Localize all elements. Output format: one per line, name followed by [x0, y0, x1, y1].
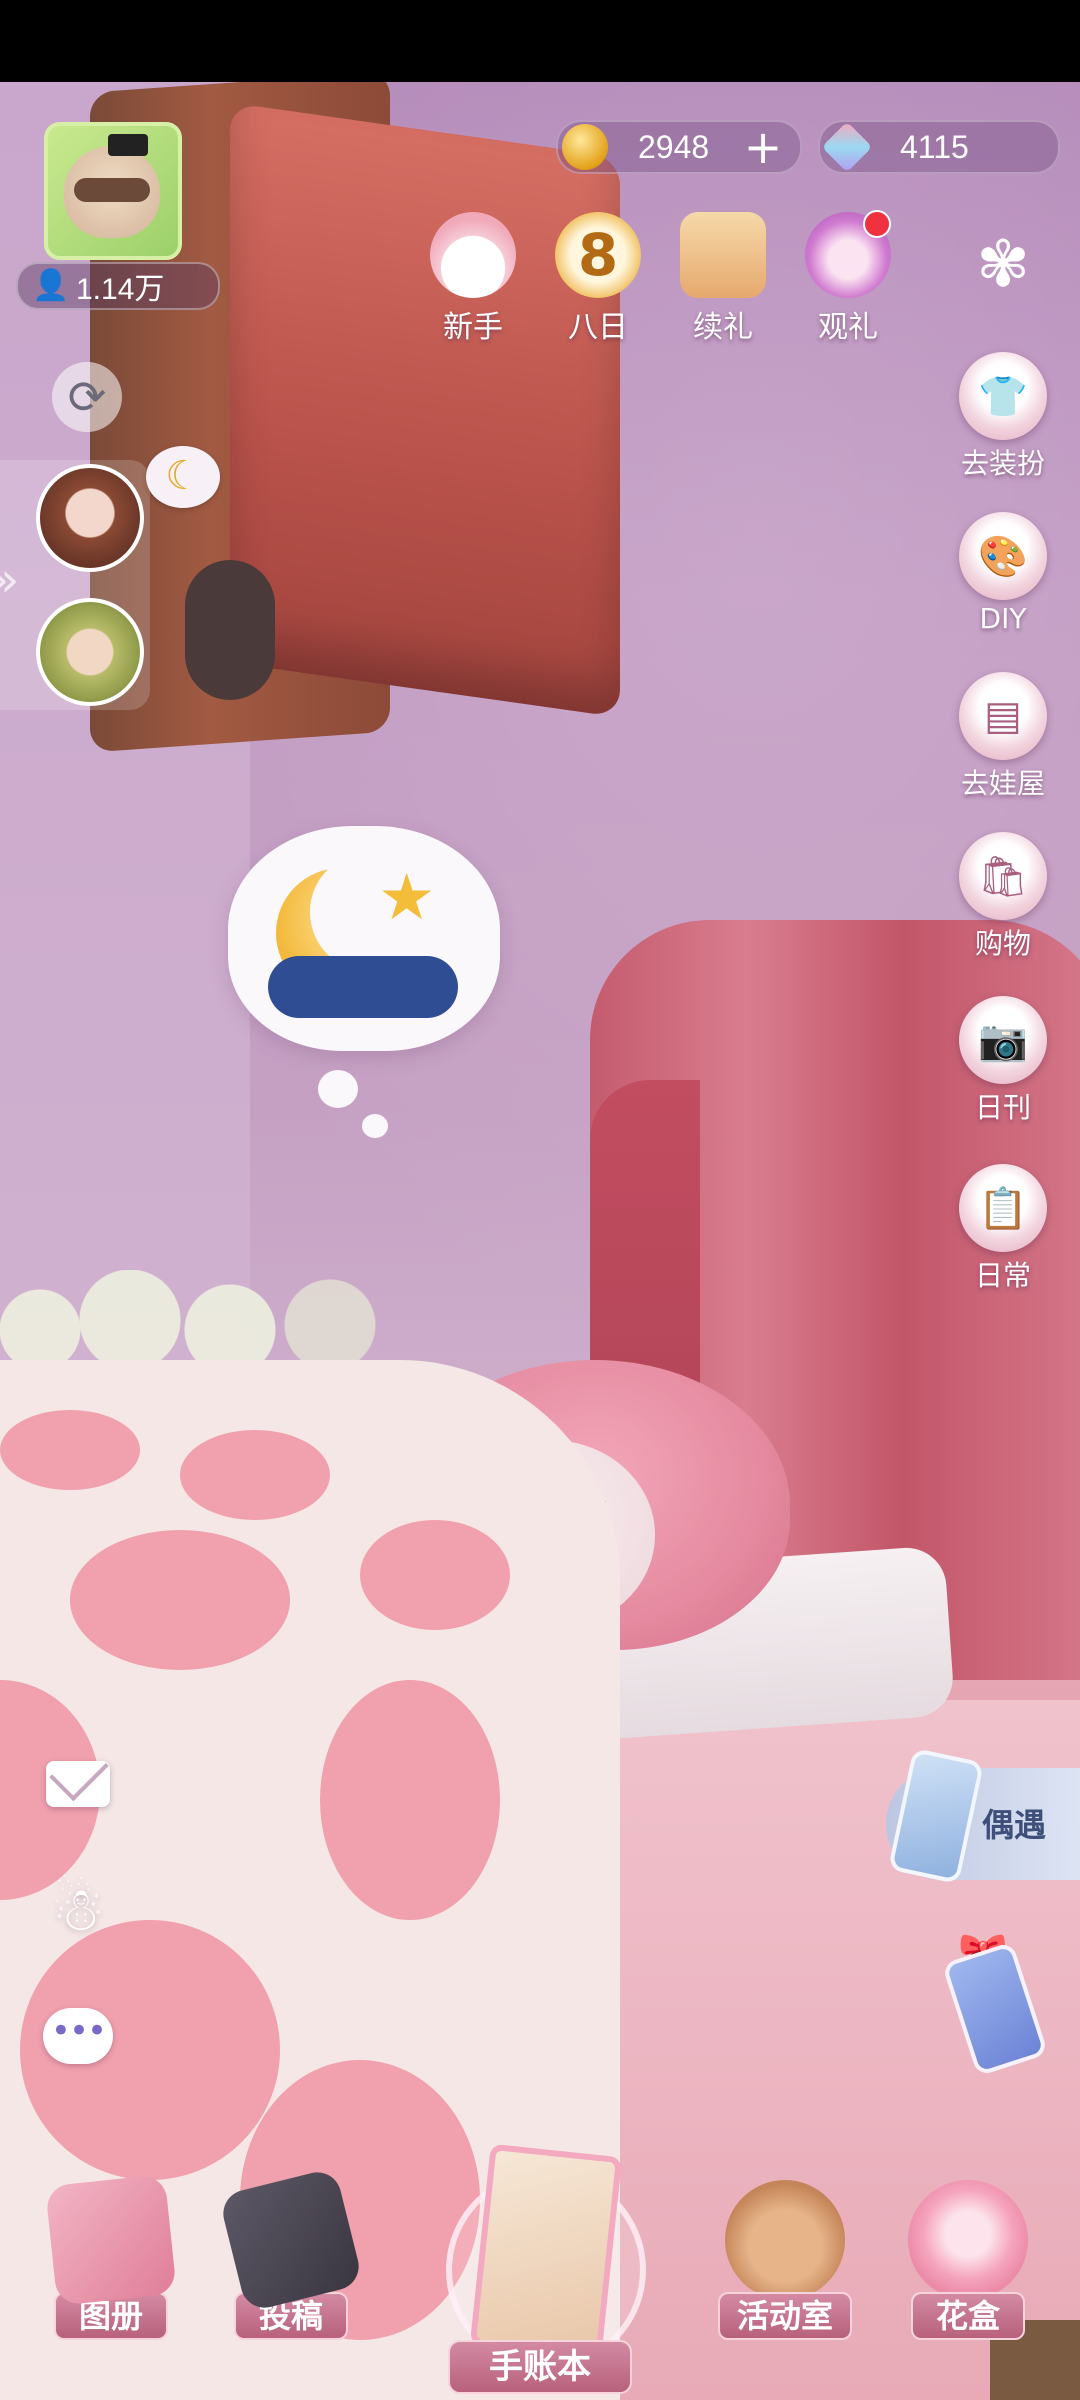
daily-tasks-button[interactable]: 📋 日常	[950, 1164, 1056, 1294]
nav-contribute[interactable]: 投稿	[216, 2167, 366, 2340]
nav-flower-box-label: 花盒	[911, 2292, 1025, 2340]
gold-amount: 2948	[638, 128, 710, 165]
diy-label: DIY	[979, 602, 1027, 635]
follower-count-value: 1.14万	[76, 273, 165, 306]
daily-journal-button[interactable]: 📷 日刊	[950, 996, 1056, 1126]
tv-gift-icon	[680, 212, 766, 298]
follower-count[interactable]: 👤 1.14万	[16, 262, 220, 310]
daily-journal-label: 日刊	[974, 1091, 1031, 1124]
event-renew-gift-label: 续礼	[693, 310, 753, 345]
palette-icon: 🎨	[959, 512, 1047, 600]
wall-cloud-decor	[0, 1270, 420, 1360]
event-eight-day[interactable]: 8 八日	[543, 212, 653, 346]
scrapbook-icon	[469, 2143, 623, 2359]
friends-icon: ☃	[51, 1875, 105, 1945]
gold-currency[interactable]: 2948 +	[556, 120, 802, 174]
flower-box-icon	[908, 2180, 1028, 2300]
flower-menu-icon[interactable]: ✾	[970, 232, 1036, 298]
dress-up-label: 去装扮	[960, 447, 1045, 480]
shopping-button[interactable]: 🛍 购物	[950, 832, 1056, 962]
thought-dot	[362, 1114, 388, 1138]
shirt-icon: 👕	[959, 352, 1047, 440]
bunny-gift-icon	[430, 212, 516, 298]
camera-icon: 📷	[959, 996, 1047, 1084]
nav-scrapbook-label: 手账本	[448, 2340, 632, 2394]
thought-dot	[318, 1070, 358, 1108]
mail-button[interactable]	[38, 1744, 118, 1824]
refresh-icon[interactable]: ⟳	[52, 362, 122, 432]
event-eight-day-label: 八日	[568, 310, 628, 345]
friends-button[interactable]: ☃	[38, 1870, 118, 1950]
friend-avatar[interactable]	[36, 464, 144, 572]
add-gold-button[interactable]: +	[740, 124, 786, 170]
shopping-label: 购物	[974, 927, 1031, 960]
daily-tasks-label: 日常	[974, 1259, 1031, 1292]
nav-album[interactable]: 图册	[36, 2174, 186, 2340]
clipboard-icon: 📋	[959, 1164, 1047, 1252]
teddy-bear-icon	[725, 2180, 845, 2300]
sleep-thought-bubble[interactable]: ★	[228, 826, 500, 1051]
player-avatar[interactable]	[44, 122, 182, 260]
event-newbie-label: 新手	[443, 310, 503, 345]
night-cloud-icon	[268, 956, 458, 1018]
eight-day-icon: 8	[555, 212, 641, 298]
toy-train-wheel	[185, 560, 275, 700]
dress-up-button[interactable]: 👕 去装扮	[950, 352, 1056, 482]
doll-house-label: 去娃屋	[960, 767, 1045, 800]
toy-train-cabin	[230, 102, 620, 718]
room-scene: ★	[0, 0, 1080, 2400]
event-ceremony-label: 观礼	[818, 310, 878, 345]
nav-flower-box[interactable]: 花盒	[893, 2180, 1043, 2340]
gem-currency[interactable]: 4115	[818, 120, 1060, 174]
phone-gift-button[interactable]: 🎀	[940, 1930, 1049, 2077]
chevron-right-icon[interactable]: »	[0, 540, 36, 620]
event-renew-gift[interactable]: 续礼	[668, 212, 778, 346]
encounter-button[interactable]: 偶遇	[886, 1747, 1080, 1885]
album-icon	[45, 2174, 177, 2306]
nav-activity-room[interactable]: 活动室	[710, 2180, 860, 2340]
event-ceremony[interactable]: 观礼	[793, 210, 903, 346]
cabinet-icon: ▤	[959, 672, 1047, 760]
nav-activity-room-label: 活动室	[718, 2292, 852, 2340]
gold-coin-icon	[562, 124, 608, 170]
friend-sleep-status-icon: ☾	[146, 446, 220, 508]
shopping-bag-icon: 🛍	[959, 832, 1047, 920]
crystal-gem-icon	[821, 121, 873, 173]
event-newbie[interactable]: 新手	[418, 212, 528, 346]
notification-dot	[863, 210, 891, 238]
doll-house-button[interactable]: ▤ 去娃屋	[950, 672, 1056, 802]
encounter-label: 偶遇	[982, 1806, 1047, 1844]
chat-button[interactable]: •••	[38, 1996, 118, 2076]
film-reel-icon	[218, 2167, 364, 2313]
diy-button[interactable]: 🎨 DIY	[950, 512, 1056, 635]
top-hat-icon	[108, 134, 148, 156]
friend-avatar[interactable]	[36, 598, 144, 706]
nav-scrapbook[interactable]: 手账本	[440, 2143, 646, 2400]
person-icon: 👤	[32, 268, 70, 303]
status-bar	[0, 0, 1080, 82]
star-icon: ★	[378, 861, 436, 935]
mail-icon	[46, 1761, 110, 1807]
chat-bubble-icon: •••	[43, 2008, 113, 2064]
gem-amount: 4115	[900, 128, 969, 165]
